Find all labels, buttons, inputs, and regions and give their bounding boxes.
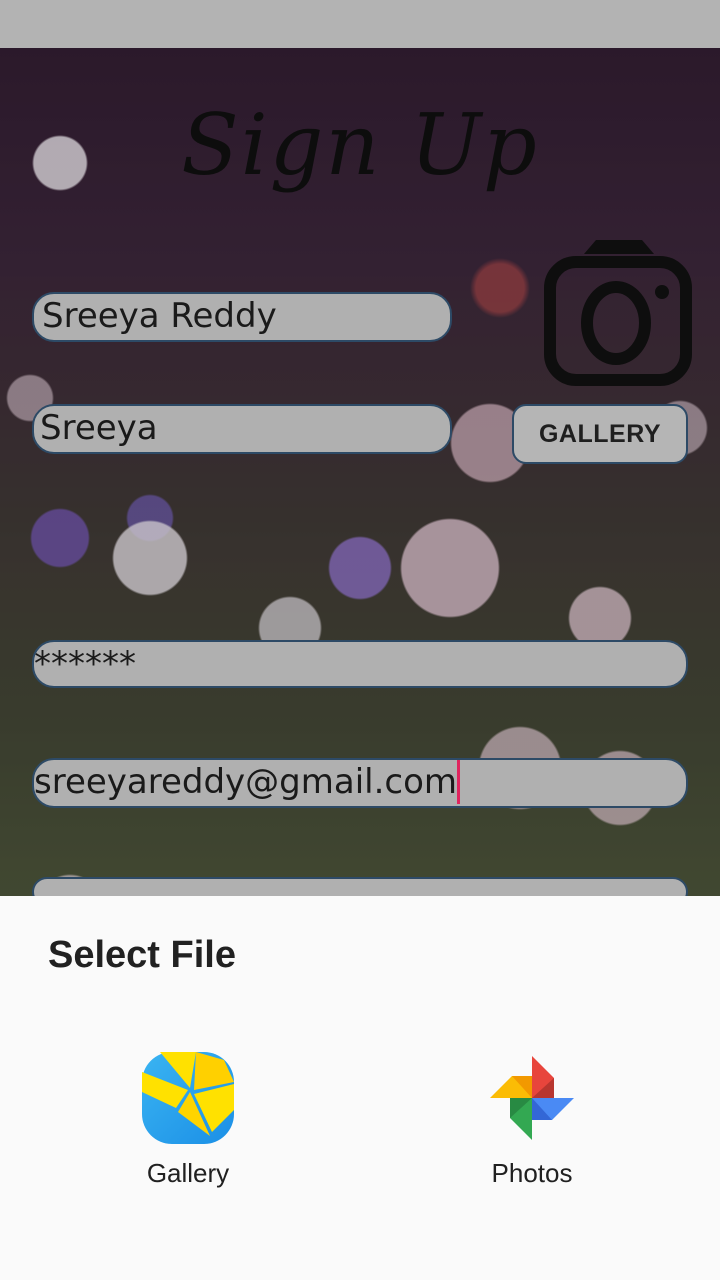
gallery-button[interactable]: GALLERY <box>512 404 688 464</box>
text-caret <box>457 760 461 804</box>
password-value: ****** <box>34 644 136 684</box>
password-field[interactable]: ****** <box>32 640 688 688</box>
photos-app-label: Photos <box>491 1158 573 1188</box>
gallery-app-label: Gallery <box>146 1158 230 1188</box>
google-photos-icon <box>490 1056 574 1140</box>
full-name-field[interactable]: Sreeya Reddy <box>32 292 452 342</box>
email-field[interactable]: sreeyareddy@gmail.com <box>32 758 688 808</box>
status-bar <box>0 0 720 48</box>
email-value: sreeyareddy@gmail.com <box>34 762 458 802</box>
gallery-app-option[interactable]: Gallery <box>88 1048 288 1189</box>
sheet-title: Select File <box>48 934 236 976</box>
photos-app-option[interactable]: Photos <box>432 1048 632 1189</box>
camera-icon[interactable] <box>544 236 694 388</box>
gallery-app-icon <box>142 1052 234 1144</box>
username-field[interactable]: Sreeya <box>32 404 452 454</box>
full-name-value: Sreeya Reddy <box>42 296 277 336</box>
username-value: Sreeya <box>40 408 158 448</box>
page-title: Sign Up <box>181 96 539 194</box>
